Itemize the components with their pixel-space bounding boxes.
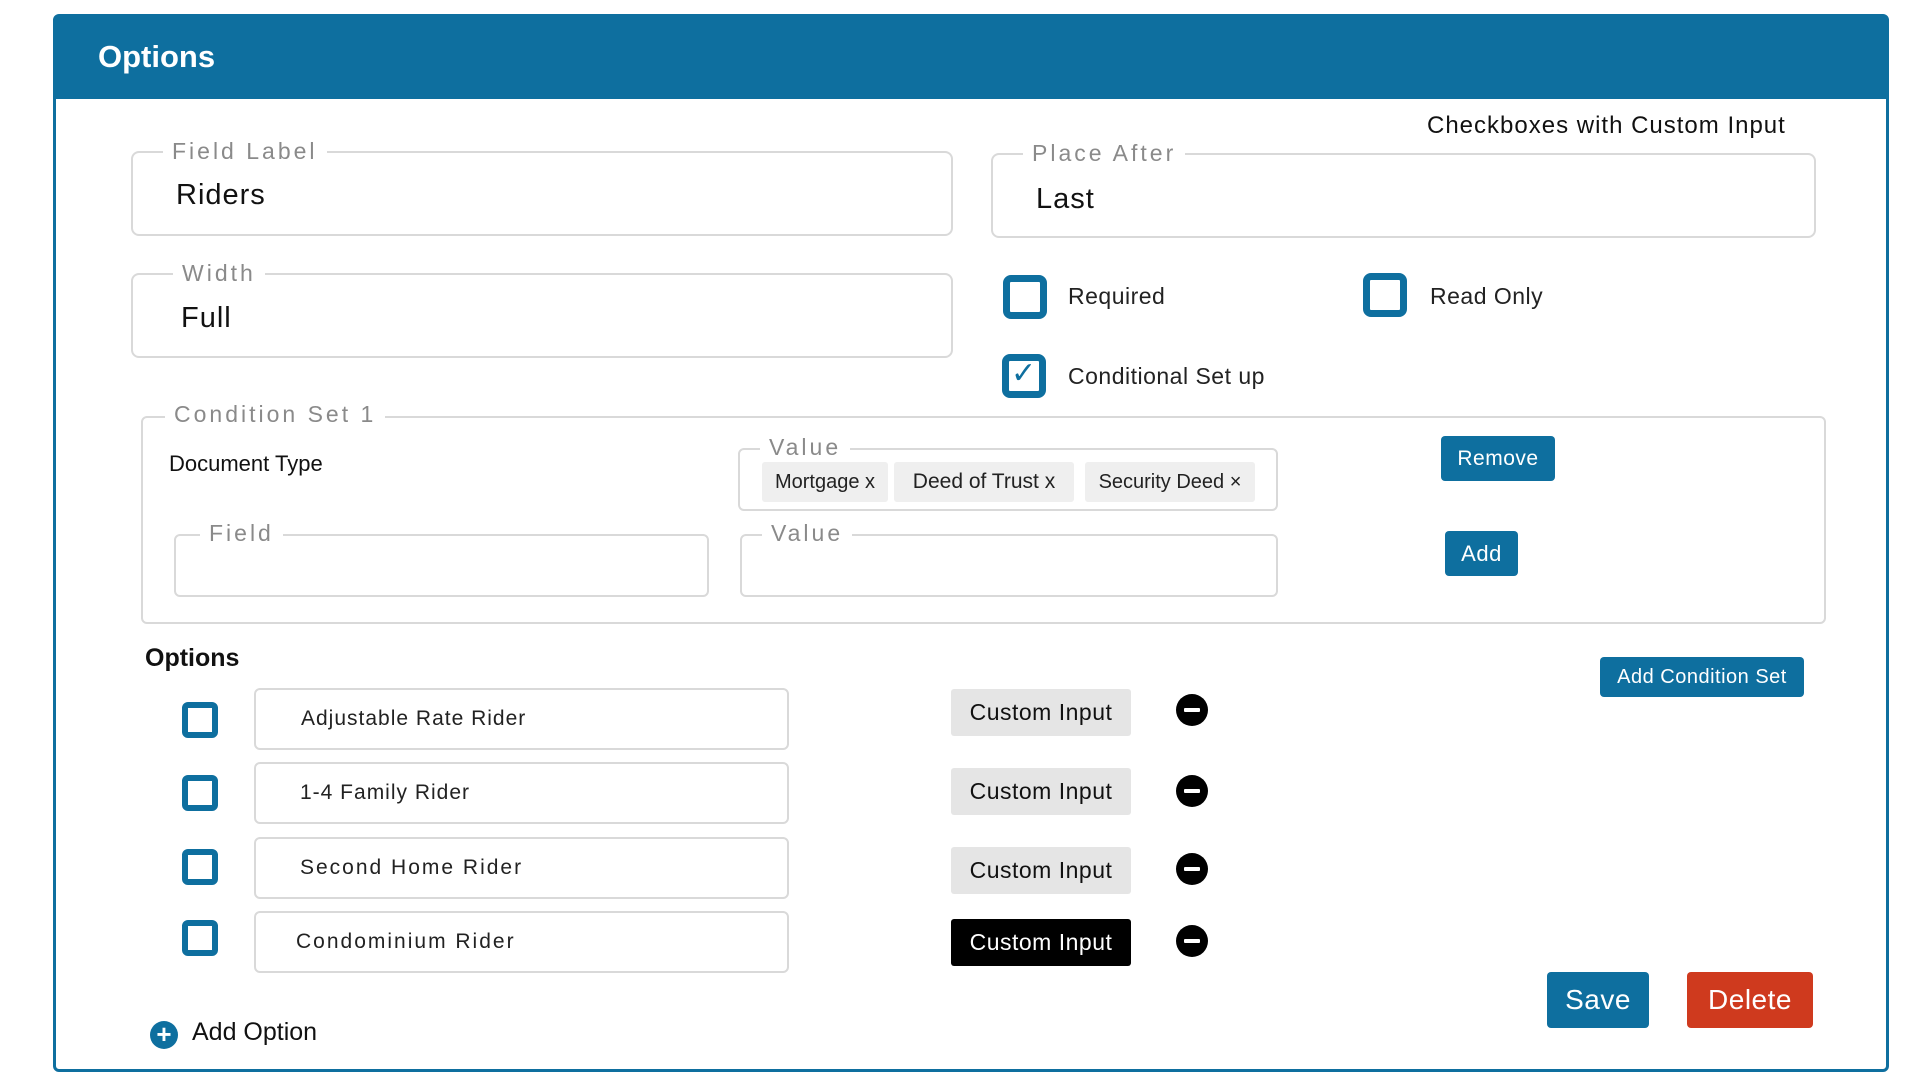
conditional-setup-label: Conditional Set up bbox=[1068, 363, 1265, 389]
option-label-input[interactable]: 1-4 Family Rider bbox=[254, 762, 789, 824]
panel-title: Options bbox=[98, 39, 216, 74]
option-checkbox[interactable] bbox=[182, 849, 218, 885]
checkmark-icon: ✓ bbox=[1011, 357, 1037, 390]
option-label: Adjustable Rate Rider bbox=[301, 707, 527, 730]
field-type-label: Checkboxes with Custom Input bbox=[1427, 112, 1786, 139]
options-heading: Options bbox=[145, 644, 240, 672]
add-condition-set-button[interactable]: Add Condition Set bbox=[1600, 657, 1804, 697]
custom-input-button[interactable]: Custom Input bbox=[951, 768, 1131, 815]
add-option-icon[interactable]: + bbox=[150, 1021, 178, 1049]
width-value: Full bbox=[181, 302, 232, 334]
option-label-input[interactable]: Condominium Rider bbox=[254, 911, 789, 973]
width-input[interactable]: Width Full bbox=[131, 259, 953, 358]
panel-header: Options bbox=[56, 17, 1886, 99]
condition-field-legend: Field bbox=[200, 519, 283, 547]
width-legend: Width bbox=[173, 259, 265, 287]
add-button[interactable]: Add bbox=[1445, 531, 1518, 576]
required-label: Required bbox=[1068, 283, 1166, 309]
place-after-input[interactable]: Place After Last bbox=[991, 139, 1816, 238]
condition-value-legend: Value bbox=[760, 433, 851, 461]
remove-option-icon[interactable] bbox=[1176, 853, 1208, 885]
option-checkbox[interactable] bbox=[182, 702, 218, 738]
field-label-input[interactable]: Field Label Riders bbox=[131, 137, 953, 236]
condition-field-name: Document Type bbox=[169, 451, 323, 476]
required-checkbox[interactable] bbox=[1003, 275, 1047, 319]
field-label-legend: Field Label bbox=[163, 137, 327, 165]
option-label: 1-4 Family Rider bbox=[300, 781, 471, 804]
condition-set-legend: Condition Set 1 bbox=[165, 400, 386, 428]
value-chip[interactable]: Deed of Trust x bbox=[894, 462, 1074, 502]
place-after-value: Last bbox=[1036, 183, 1095, 215]
remove-option-icon[interactable] bbox=[1176, 925, 1208, 957]
read-only-checkbox[interactable] bbox=[1363, 273, 1407, 317]
option-label-input[interactable]: Second Home Rider bbox=[254, 837, 789, 899]
read-only-label: Read Only bbox=[1430, 283, 1544, 309]
option-label: Condominium Rider bbox=[296, 930, 516, 953]
condition-field-input[interactable]: Field bbox=[174, 519, 709, 597]
custom-input-button-active[interactable]: Custom Input bbox=[951, 919, 1131, 966]
options-panel: Options Checkboxes with Custom Input Fie… bbox=[53, 14, 1889, 1072]
save-button[interactable]: Save bbox=[1547, 972, 1649, 1028]
option-checkbox[interactable] bbox=[182, 775, 218, 811]
value-chip[interactable]: Security Deed × bbox=[1085, 462, 1255, 502]
value-chip[interactable]: Mortgage x bbox=[762, 462, 888, 502]
option-label-input[interactable]: Adjustable Rate Rider bbox=[254, 688, 789, 750]
add-option-link[interactable]: Add Option bbox=[192, 1018, 317, 1047]
condition-set: Condition Set 1 Document Type Value Mort… bbox=[141, 400, 1826, 624]
delete-button[interactable]: Delete bbox=[1687, 972, 1813, 1028]
remove-option-icon[interactable] bbox=[1176, 775, 1208, 807]
option-label: Second Home Rider bbox=[300, 856, 524, 879]
custom-input-button[interactable]: Custom Input bbox=[951, 689, 1131, 736]
place-after-legend: Place After bbox=[1023, 139, 1186, 167]
remove-button[interactable]: Remove bbox=[1441, 436, 1555, 481]
field-label-value: Riders bbox=[176, 179, 266, 211]
remove-option-icon[interactable] bbox=[1176, 694, 1208, 726]
condition-new-value-input[interactable]: Value bbox=[740, 519, 1278, 597]
condition-value-input[interactable]: Value Mortgage x Deed of Trust x Securit… bbox=[738, 433, 1278, 511]
option-checkbox[interactable] bbox=[182, 920, 218, 956]
conditional-setup-checkbox[interactable]: ✓ bbox=[1002, 354, 1046, 398]
custom-input-button[interactable]: Custom Input bbox=[951, 847, 1131, 894]
condition-new-value-legend: Value bbox=[762, 519, 853, 547]
